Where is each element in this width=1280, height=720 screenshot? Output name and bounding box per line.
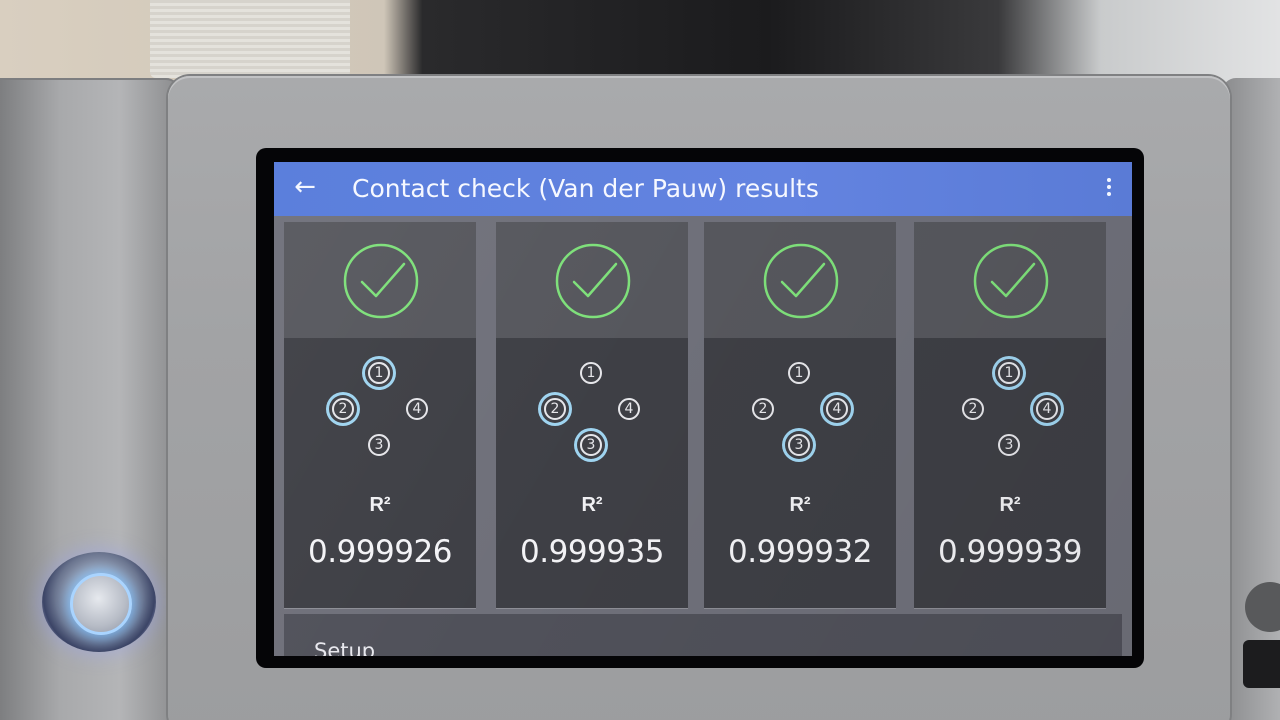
touch-screen: ← Contact check (Van der Pauw) results 1…	[274, 162, 1132, 656]
results-cards: 1 2 3 4 R² 0.999926 1 2 3 4 R² 0.999935 1 2 3 4 R² 0.9999…	[284, 222, 1124, 608]
arrow-left-icon[interactable]: ←	[290, 172, 320, 202]
page-title: Contact check (Van der Pauw) results	[352, 174, 819, 203]
check-circle-icon	[555, 243, 631, 319]
contact-node-2: 2	[332, 398, 354, 420]
rack-right-badge	[1243, 640, 1280, 688]
contact-node-2: 2	[752, 398, 774, 420]
bottom-strip[interactable]	[284, 614, 1122, 656]
contact-node-1: 1	[368, 362, 390, 384]
app-bar: ← Contact check (Van der Pauw) results	[274, 162, 1132, 216]
r-squared-label: R²	[581, 494, 603, 516]
contact-diagram: 1234	[704, 362, 896, 472]
contact-diagram: 1234	[914, 362, 1106, 472]
photo-scene: ← Contact check (Van der Pauw) results 1…	[0, 0, 1280, 720]
contact-node-1: 1	[998, 362, 1020, 384]
background-box	[150, 0, 350, 78]
result-card[interactable]: 1 2 3 4 R² 0.999932	[704, 222, 896, 608]
contact-node-4: 4	[1036, 398, 1058, 420]
r-squared-label: R²	[999, 494, 1021, 516]
r-squared-value: 0.999939	[938, 534, 1082, 570]
contact-node-3: 3	[998, 434, 1020, 456]
more-vertical-icon[interactable]	[1104, 178, 1114, 202]
result-card[interactable]: 1 2 3 4 R² 0.999935	[496, 222, 688, 608]
contact-node-3: 3	[788, 434, 810, 456]
contact-node-4: 4	[826, 398, 848, 420]
result-card[interactable]: 1 2 3 4 R² 0.999926	[284, 222, 476, 608]
contact-node-3: 3	[580, 434, 602, 456]
contact-node-2: 2	[544, 398, 566, 420]
check-circle-icon	[763, 243, 839, 319]
contact-node-1: 1	[788, 362, 810, 384]
contact-diagram: 1234	[284, 362, 476, 472]
contact-node-3: 3	[368, 434, 390, 456]
power-icon[interactable]	[70, 573, 132, 635]
check-circle-icon	[973, 243, 1049, 319]
r-squared-value: 0.999926	[308, 534, 452, 570]
result-card[interactable]: 1 2 3 4 R² 0.999939	[914, 222, 1106, 608]
contact-node-2: 2	[962, 398, 984, 420]
setup-label[interactable]: Setup	[314, 636, 375, 656]
r-squared-label: R²	[789, 494, 811, 516]
contact-node-4: 4	[618, 398, 640, 420]
r-squared-value: 0.999935	[520, 534, 664, 570]
contact-node-1: 1	[580, 362, 602, 384]
contact-diagram: 1234	[496, 362, 688, 472]
contact-node-4: 4	[406, 398, 428, 420]
check-circle-icon	[343, 243, 419, 319]
r-squared-label: R²	[369, 494, 391, 516]
r-squared-value: 0.999932	[728, 534, 872, 570]
